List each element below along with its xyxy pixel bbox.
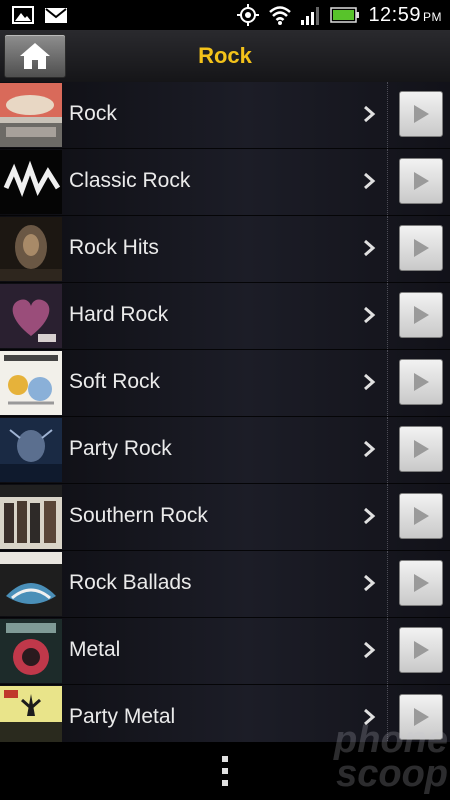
clock: 12:59 PM [368,3,442,26]
play-icon [414,105,429,123]
genre-row[interactable]: Soft Rock [0,350,450,417]
album-art [0,619,62,683]
battery-icon [330,7,360,23]
album-art [0,351,62,415]
play-icon [414,172,429,190]
play-button[interactable] [399,560,443,606]
genre-label: Hard Rock [69,303,169,326]
genre-label: Rock Ballads [69,571,192,594]
divider [387,216,388,282]
genre-label: Party Metal [69,705,176,728]
album-art [0,83,62,147]
play-button[interactable] [399,493,443,539]
chevron-right-icon[interactable] [362,439,376,459]
genre-row[interactable]: Classic Rock [0,149,450,216]
genre-row[interactable]: Hard Rock [0,283,450,350]
divider [387,618,388,684]
play-icon [414,373,429,391]
chevron-right-icon[interactable] [362,506,376,526]
gps-icon [237,4,260,26]
chevron-right-icon[interactable] [362,171,376,191]
divider [387,149,388,215]
play-icon [414,306,429,324]
genre-row[interactable]: Metal [0,618,450,685]
play-button[interactable] [399,292,443,338]
chevron-right-icon[interactable] [362,104,376,124]
genre-label: Metal [69,638,121,661]
play-button[interactable] [399,426,443,472]
chevron-right-icon[interactable] [362,573,376,593]
play-button[interactable] [399,225,443,271]
divider [387,82,388,148]
overflow-menu-icon[interactable] [220,754,230,788]
play-icon [414,574,429,592]
album-art [0,284,62,348]
chevron-right-icon[interactable] [362,238,376,258]
status-bar: 12:59 PM [0,0,450,30]
genre-label: Rock [69,102,117,125]
wifi-icon [269,6,292,25]
chevron-right-icon[interactable] [362,305,376,325]
album-art [0,217,62,281]
screen: 12:59 PM Rock Rock Classic Rock Rock Hit… [0,0,450,800]
play-icon [414,239,429,257]
page-title: Rock [198,43,252,68]
play-button[interactable] [399,91,443,137]
genre-label: Party Rock [69,437,172,460]
play-icon [414,440,429,458]
album-art [0,418,62,482]
play-icon [414,641,429,659]
album-art [0,485,62,549]
genre-label: Rock Hits [69,236,159,259]
genre-label: Classic Rock [69,169,191,192]
genre-label: Southern Rock [69,504,208,527]
genre-row[interactable]: Rock [0,82,450,149]
gallery-icon [12,6,34,24]
chevron-right-icon[interactable] [362,640,376,660]
genre-row[interactable]: Rock Ballads [0,551,450,618]
album-art [0,150,62,214]
play-button[interactable] [399,359,443,405]
divider [387,283,388,349]
play-icon [414,507,429,525]
divider [387,417,388,483]
gmail-icon [45,8,67,23]
genre-label: Soft Rock [69,370,161,393]
chevron-right-icon[interactable] [362,372,376,392]
play-button[interactable] [399,627,443,673]
genre-row[interactable]: Party Rock [0,417,450,484]
album-art [0,686,62,750]
watermark: phone scoop [334,719,448,795]
genre-row[interactable]: Rock Hits [0,216,450,283]
divider [387,484,388,550]
genre-row[interactable]: Southern Rock [0,484,450,551]
album-art [0,552,62,616]
signal-icon [301,7,320,25]
divider [387,350,388,416]
title-bar: Rock [0,30,450,83]
divider [387,551,388,617]
genre-list: Rock Classic Rock Rock Hits Hard Rock So… [0,82,450,752]
play-button[interactable] [399,158,443,204]
